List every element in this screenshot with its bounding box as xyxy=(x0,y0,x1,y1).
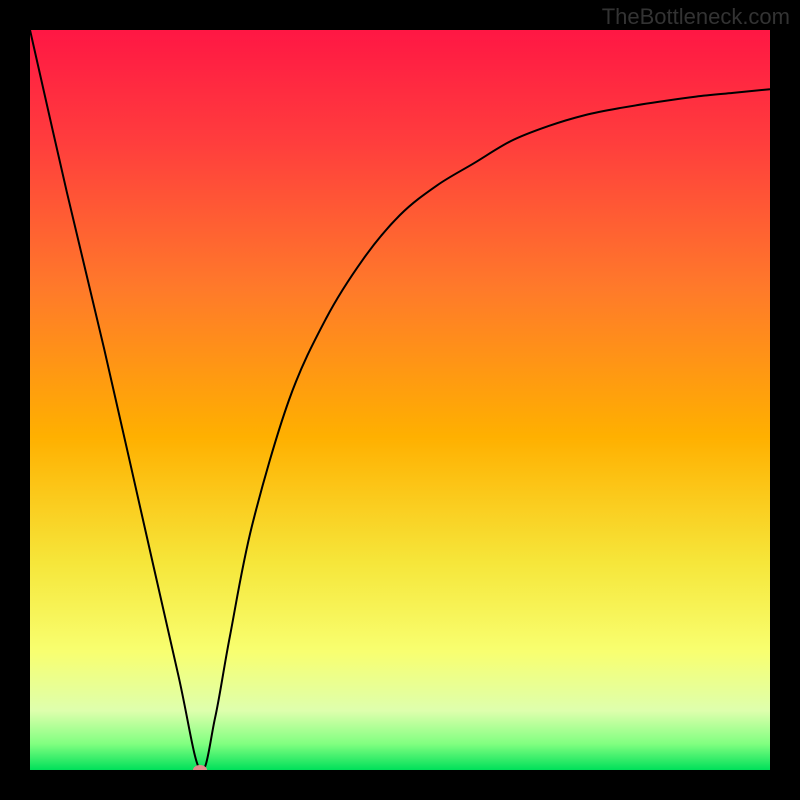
plot-area xyxy=(30,30,770,770)
bottleneck-curve xyxy=(30,30,770,770)
optimum-marker xyxy=(193,765,207,770)
chart-frame: TheBottleneck.com xyxy=(0,0,800,800)
watermark-label: TheBottleneck.com xyxy=(602,4,790,30)
